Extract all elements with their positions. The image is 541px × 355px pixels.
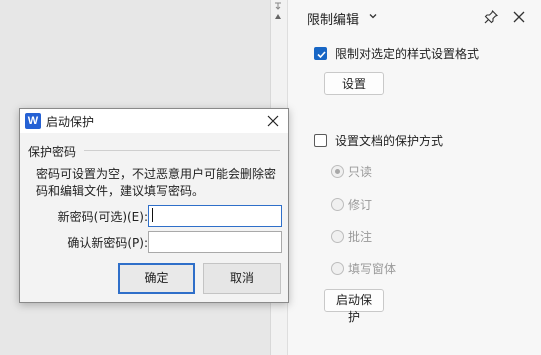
radio-comments-label: 批注: [348, 230, 373, 244]
format-settings-button[interactable]: 设置: [324, 72, 384, 95]
confirm-password-input[interactable]: [148, 231, 282, 253]
checkmark-icon: [317, 51, 326, 59]
protection-method-checkbox[interactable]: [314, 134, 327, 147]
group-divider: [84, 150, 280, 151]
restrict-format-checkbox[interactable]: [314, 47, 327, 60]
start-protection-dialog: W 启动保护 保护密码 密码可设置为空，不过恶意用户可能会删除密码和编辑文件，建…: [19, 108, 289, 303]
radio-track-changes[interactable]: [331, 198, 344, 211]
protection-method-label: 设置文档的保护方式: [335, 134, 444, 148]
dialog-description: 密码可设置为空，不过恶意用户可能会删除密码和编辑文件，建议填写密码。: [36, 167, 277, 198]
cancel-button[interactable]: 取消: [203, 263, 281, 294]
ok-button[interactable]: 确定: [118, 263, 195, 294]
radio-read-only-label: 只读: [348, 165, 373, 179]
radio-track-changes-label: 修订: [348, 198, 373, 212]
pane-close-icon[interactable]: [511, 9, 527, 25]
confirm-password-label: 确认新密码(P):: [67, 236, 148, 250]
dialog-titlebar[interactable]: W 启动保护: [20, 109, 288, 133]
radio-fill-forms-label: 填写窗体: [348, 262, 397, 276]
chevron-down-icon[interactable]: [368, 11, 378, 21]
radio-comments[interactable]: [331, 230, 344, 243]
pane-title[interactable]: 限制编辑: [307, 9, 359, 28]
word-app-icon: W: [25, 113, 41, 129]
new-password-label: 新密码(可选)(E):: [57, 210, 148, 224]
dialog-close-icon[interactable]: [266, 114, 280, 128]
scroll-up-arrow-icon[interactable]: [275, 14, 281, 19]
new-password-input[interactable]: [148, 205, 282, 227]
text-caret: [152, 208, 153, 222]
radio-fill-forms[interactable]: [331, 262, 344, 275]
radio-read-only[interactable]: [331, 165, 344, 178]
dialog-title: 启动保护: [46, 115, 95, 129]
restrict-format-label: 限制对选定的样式设置格式: [335, 47, 480, 61]
start-protection-button[interactable]: 启动保护: [324, 289, 384, 324]
password-group-caption: 保护密码: [28, 143, 81, 160]
pin-icon[interactable]: [483, 9, 499, 25]
ruler-toggle-icon[interactable]: [274, 2, 282, 10]
